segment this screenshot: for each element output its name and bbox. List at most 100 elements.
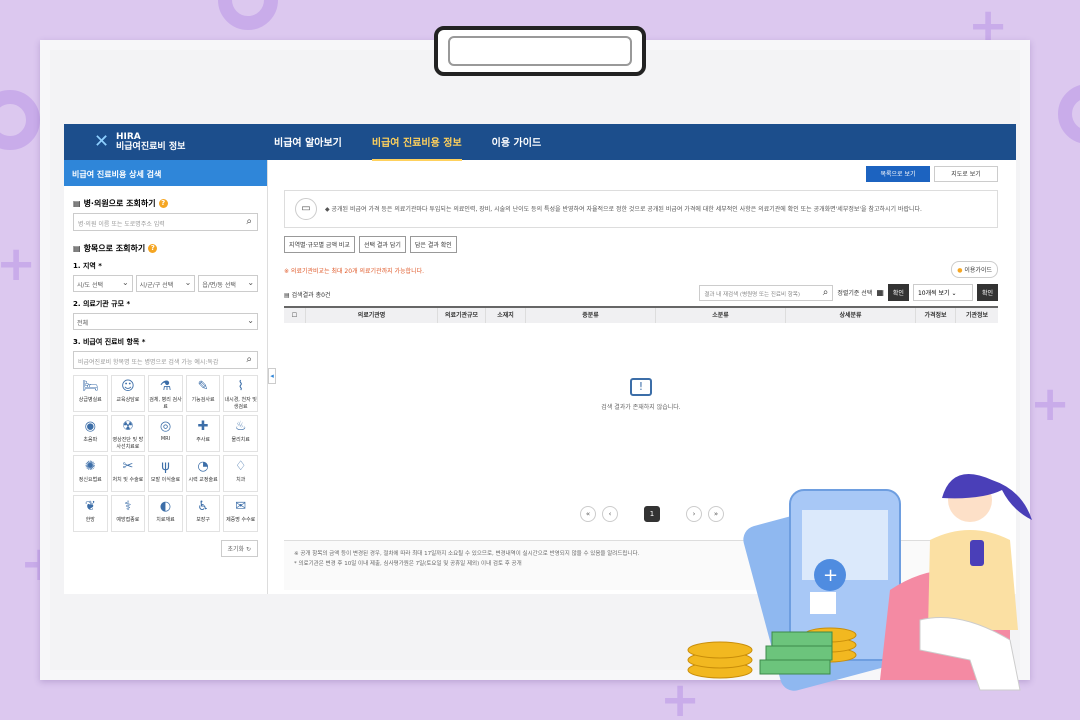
- compare-limit-warning: ※ 의료기관비교는 최대 20개 의료기관까지 가능합니다.: [284, 268, 425, 275]
- category-hair[interactable]: ψ 모발 이식술료: [148, 455, 183, 492]
- decor-plus: +: [1030, 376, 1071, 432]
- per-page-select[interactable]: 10개씩 보기 ⌄: [912, 284, 973, 301]
- hospital-search-input[interactable]: 병·의원 이름 또는 도로명주소 입력 ⌕: [73, 213, 258, 231]
- category-bed[interactable]: 🛏 상급병실료: [73, 375, 108, 412]
- sort-label: 정렬기준 선택: [837, 290, 873, 297]
- category-grid: 🛏 상급병실료 ☺ 교육상담료 ⚗ 검체, 병리 검사료 ✎ 기능검사료 ⌇ 내시경, 천자 및 …: [73, 375, 258, 532]
- search-sidebar: 비급여 진료비용 상세 검색 ▤ 병·의원으로 조회하기? 병·의원 이름 또는…: [64, 160, 268, 594]
- material-icon: ◐: [159, 499, 172, 514]
- category-label: 처치 및 수술료: [112, 477, 144, 483]
- col-location[interactable]: 소재지: [486, 308, 526, 323]
- nav-item-about[interactable]: 비급여 알아보기: [274, 124, 342, 161]
- wheelchair-icon: ♿: [197, 499, 209, 514]
- category-wheelchair[interactable]: ♿ 보장구: [185, 495, 221, 532]
- svg-text:+: +: [823, 565, 838, 586]
- help-icon[interactable]: ?: [158, 199, 168, 208]
- prev-page-button[interactable]: ‹: [602, 506, 618, 522]
- item-search-input[interactable]: 비급여진료비 항목명 또는 병명으로 검색 가능 예시:독감 ⌕: [73, 351, 258, 369]
- chevron-down-icon: ⌄: [247, 278, 255, 287]
- category-microscope[interactable]: ⚗ 검체, 병리 검사료: [148, 375, 183, 412]
- category-mri[interactable]: ◎ MRI: [148, 415, 183, 452]
- col-hospital[interactable]: 의료기관명: [306, 308, 438, 323]
- chevron-down-icon: ⌄: [184, 278, 192, 287]
- category-counsel[interactable]: ☺ 교육상담료: [110, 375, 146, 412]
- hair-icon: ψ: [161, 459, 170, 474]
- per-page-confirm-button[interactable]: 확인: [976, 284, 998, 301]
- category-radiation[interactable]: ☢ 영상진단 및 방사선치료료: [110, 415, 146, 452]
- notice-text: ◆ 공개된 비급여 가격 등은 의료기관마다 투입되는 의료인력, 장비, 시술…: [325, 205, 922, 213]
- category-surgery[interactable]: ✂ 처치 및 수술료: [110, 455, 146, 492]
- help-icon[interactable]: ?: [148, 244, 158, 253]
- scale-label: 2. 의료기관 규모 *: [73, 300, 131, 308]
- map-view-button[interactable]: 지도로 보기: [934, 166, 998, 182]
- microscope-icon: ⚗: [159, 379, 172, 394]
- col-price[interactable]: 가격정보: [916, 308, 956, 323]
- phone-in-hand: [970, 540, 984, 566]
- category-hanbang[interactable]: ❦ 한방: [73, 495, 108, 532]
- category-ultrasound[interactable]: ◉ 초음파: [73, 415, 108, 452]
- list-view-button[interactable]: 목록으로 보기: [866, 166, 930, 182]
- category-vaccine[interactable]: ⚕ 예방접종료: [110, 495, 146, 532]
- search-icon[interactable]: ⌕: [246, 354, 252, 365]
- nav-item-guide[interactable]: 이용 가이드: [492, 124, 541, 161]
- pen-icon: ✎: [197, 379, 209, 394]
- reset-button[interactable]: 초기화 ↻: [220, 540, 258, 557]
- eupmyeondong-select[interactable]: 읍/면/동 선택 ⌄: [198, 275, 259, 292]
- sido-select[interactable]: 시/도 선택 ⌄: [73, 275, 133, 292]
- results-table-header: ☐ 의료기관명 의료기관규모 소재지 중분류 소분류 상세분류 가격정보 기관정…: [284, 306, 998, 323]
- sidebar-title: 비급여 진료비용 상세 검색: [64, 160, 267, 186]
- category-label: 정신요법료: [78, 477, 102, 483]
- category-brain[interactable]: ✺ 정신요법료: [73, 455, 108, 492]
- add-selection-tab[interactable]: 선택 결과 담기: [358, 236, 406, 253]
- category-pen[interactable]: ✎ 기능검사료: [185, 375, 221, 412]
- col-scale[interactable]: 의료기관규모: [438, 308, 486, 323]
- logo-line2: 비급여진료비 정보: [116, 142, 186, 152]
- category-tooth[interactable]: ♢ 치과: [223, 455, 258, 492]
- search-icon[interactable]: ⌕: [246, 216, 252, 227]
- eye-icon: ◔: [197, 459, 209, 474]
- vaccine-icon: ⚕: [124, 499, 132, 514]
- select-all-checkbox[interactable]: ☐: [284, 308, 306, 323]
- page-number[interactable]: 1: [644, 506, 660, 522]
- category-physio[interactable]: ♨ 물리치료: [223, 415, 258, 452]
- mri-icon: ◎: [159, 419, 172, 434]
- monitor-icon: ▭: [295, 198, 317, 220]
- first-page-button[interactable]: «: [580, 506, 596, 522]
- result-filter-input[interactable]: 결과 내 재검색 (병원명 또는 진료비 항목) ⌕: [699, 284, 834, 301]
- header-bar: ✕ HIRA 비급여진료비 정보 비급여 알아보기 비급여 진료비용 정보 이용 …: [64, 124, 1016, 161]
- category-certificate[interactable]: ✉ 제증명 수수료: [223, 495, 258, 532]
- category-material[interactable]: ◐ 치료재료: [148, 495, 183, 532]
- sigungu-select[interactable]: 시/군/구 선택 ⌄: [135, 275, 196, 292]
- category-eye[interactable]: ◔ 시력 교정술료: [185, 455, 221, 492]
- search-icon[interactable]: ⌕: [823, 287, 829, 298]
- ultrasound-icon: ◉: [84, 419, 96, 434]
- col-institution[interactable]: 기관정보: [956, 308, 998, 323]
- syringe-icon: ✚: [197, 419, 209, 434]
- site-logo[interactable]: ✕ HIRA 비급여진료비 정보: [64, 131, 274, 153]
- endoscope-icon: ⌇: [237, 379, 244, 394]
- scale-select[interactable]: 전체 ⌄: [73, 313, 258, 330]
- item-section-title: ▤ 항목으로 조회하기?: [73, 243, 258, 254]
- counsel-icon: ☺: [121, 379, 135, 394]
- category-endoscope[interactable]: ⌇ 내시경, 천자 및 생검료: [223, 375, 258, 412]
- category-label: 초음파: [83, 437, 98, 443]
- sort-toggle-icon[interactable]: ▦: [876, 288, 884, 297]
- category-syringe[interactable]: ✚ 주사료: [185, 415, 221, 452]
- category-label: 예방접종료: [116, 517, 140, 523]
- view-selection-tab[interactable]: 담은 결과 확인: [409, 236, 457, 253]
- certificate-icon: ✉: [235, 499, 247, 514]
- sort-confirm-button[interactable]: 확인: [887, 284, 909, 301]
- nav-item-cost-info[interactable]: 비급여 진료비용 정보: [371, 124, 462, 161]
- col-mid-category[interactable]: 중분류: [526, 308, 656, 323]
- usage-guide-button[interactable]: ● 이용가이드: [951, 261, 998, 278]
- region-label: 1. 지역 *: [73, 262, 102, 270]
- category-label: 한방: [85, 517, 95, 523]
- col-sub-category[interactable]: 소분류: [656, 308, 786, 323]
- item-label: 3. 비급여 진료비 항목 *: [73, 338, 146, 346]
- col-detail-category[interactable]: 상세분류: [786, 308, 916, 323]
- collapse-sidebar-button[interactable]: ◂: [268, 368, 276, 384]
- decor-ring: [1058, 84, 1080, 144]
- logo-line1: HIRA: [116, 132, 141, 142]
- compare-tab[interactable]: 지역별·규모별 금액 비교: [284, 236, 355, 253]
- category-label: 검체, 병리 검사료: [149, 397, 182, 410]
